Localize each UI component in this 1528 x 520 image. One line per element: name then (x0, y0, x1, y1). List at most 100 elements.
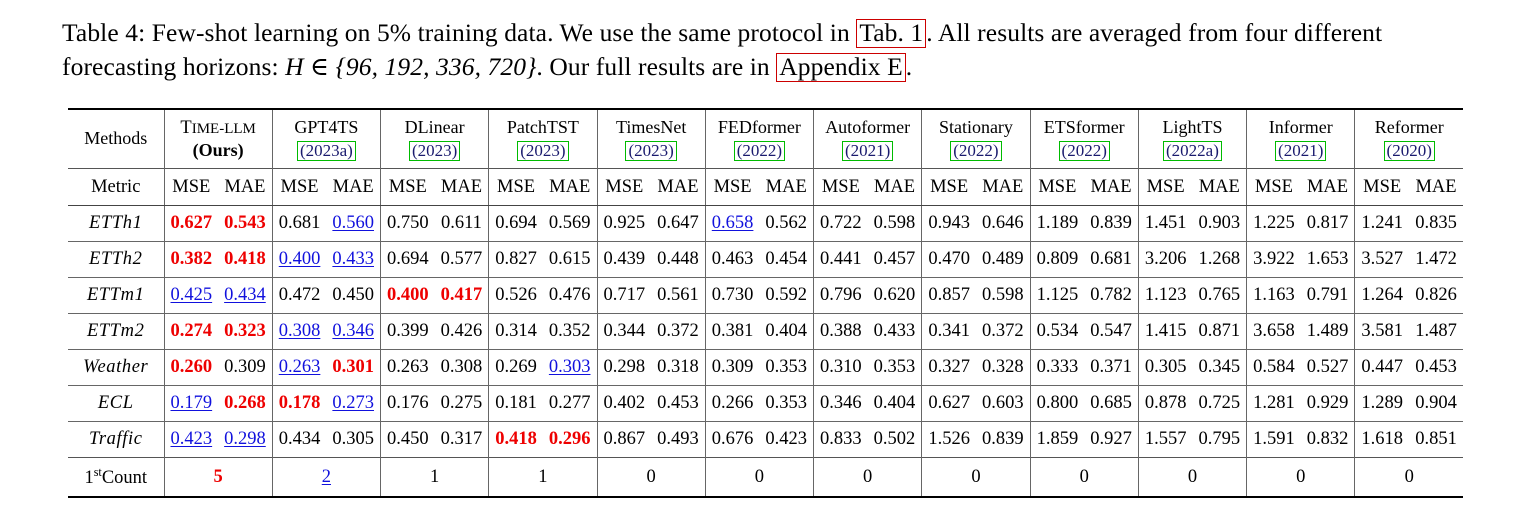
data-cell: 0.791 (1300, 277, 1355, 314)
value: 0.371 (1090, 357, 1132, 377)
header-metric-mae: MAE (1408, 168, 1464, 206)
value: 0.694 (495, 213, 537, 233)
value: 1.268 (1198, 249, 1241, 269)
data-cell: 0.903 (1192, 205, 1247, 242)
data-cell: 0.454 (759, 241, 814, 278)
citation-link-appendix-e[interactable]: Appendix E (776, 53, 906, 83)
data-cell: 0.547 (1084, 313, 1139, 350)
data-cell: 0.441 (813, 241, 868, 278)
data-cell: 0.181 (488, 385, 543, 422)
value: 0.569 (548, 213, 591, 233)
data-cell: 0.314 (488, 313, 543, 350)
header-method-fedformer: FEDformer (2022) (704, 108, 814, 169)
data-cell: 0.439 (596, 241, 652, 278)
value-second-best: 0.263 (278, 357, 321, 377)
data-cell: 0.782 (1084, 277, 1139, 314)
value: 0.450 (387, 429, 429, 449)
caption-text-part-4: . Our full results are in (536, 52, 777, 82)
table-caption: Table 4: Few-shot learning on 5% trainin… (62, 16, 1466, 84)
value: 0.833 (820, 429, 862, 449)
value: 0.526 (495, 285, 537, 305)
data-cell: 0.404 (867, 385, 922, 422)
value-second-best: 0.433 (332, 249, 374, 269)
value: 0.381 (711, 321, 754, 341)
data-cell: 0.543 (218, 205, 273, 242)
count-cell: 0 (596, 457, 706, 498)
value: 1.415 (1144, 321, 1187, 341)
data-cell: 0.833 (813, 421, 868, 458)
data-cell: 0.835 (1408, 205, 1464, 242)
data-cell: 0.598 (867, 205, 922, 242)
method-name: FEDformer (717, 116, 801, 137)
data-cell: 0.717 (596, 277, 652, 314)
citation-year-link[interactable]: (2023a) (296, 141, 356, 161)
data-cell: 0.857 (921, 277, 976, 314)
value: 1.472 (1415, 249, 1457, 269)
citation-year-link[interactable]: (2022a) (1163, 141, 1222, 161)
citation-year-link[interactable]: (2022) (950, 141, 1002, 161)
header-metric-mae: MAE (326, 168, 381, 206)
citation-year-link[interactable]: (2020) (1383, 141, 1435, 161)
count-cell: 0 (1137, 457, 1247, 498)
method-name: Informer (1268, 116, 1333, 137)
value: 0.344 (603, 321, 646, 341)
row-label-weather: Weather (68, 349, 164, 386)
value: 0.584 (1253, 357, 1295, 377)
citation-year-link[interactable]: (2023) (408, 141, 461, 161)
data-cell: 0.681 (1084, 241, 1139, 278)
value: 0.327 (928, 357, 970, 377)
data-cell: 0.399 (380, 313, 435, 350)
value: 0.305 (1144, 357, 1187, 377)
data-cell: 0.448 (651, 241, 706, 278)
count-label-ordinal: st (93, 464, 102, 479)
data-cell: 0.929 (1300, 385, 1355, 422)
data-cell: 0.263 (380, 349, 435, 386)
citation-year-link[interactable]: (2021) (842, 141, 894, 161)
header-metric-mse: MSE (813, 168, 868, 206)
citation-year-link[interactable]: (2023) (625, 141, 677, 161)
count-cell: 0 (704, 457, 814, 498)
data-cell: 0.871 (1192, 313, 1247, 350)
value: 0.181 (495, 393, 537, 413)
value: 0.527 (1306, 357, 1349, 377)
header-metric-mse: MSE (596, 168, 652, 206)
value: 0.308 (440, 357, 483, 377)
value: 1.618 (1361, 429, 1403, 449)
value: 0.646 (981, 213, 1024, 233)
citation-year-link[interactable]: (2021) (1275, 141, 1327, 161)
value: 0.615 (548, 249, 591, 269)
data-cell: 0.323 (218, 313, 273, 350)
value: 0.796 (820, 285, 862, 305)
value: 0.434 (278, 429, 321, 449)
value: 3.658 (1253, 321, 1295, 341)
value: 0.795 (1198, 429, 1241, 449)
count-cell: 2 (271, 457, 381, 498)
header-method-informer: Informer (2021) (1246, 108, 1355, 169)
value: 0.857 (928, 285, 970, 305)
data-cell: 0.694 (488, 205, 543, 242)
count-value: 0 (1187, 466, 1198, 487)
value: 1.489 (1306, 321, 1349, 341)
value: 0.433 (873, 321, 916, 341)
value: 0.457 (873, 249, 916, 269)
data-cell: 0.925 (596, 205, 652, 242)
data-cell: 1.557 (1137, 421, 1193, 458)
value: 1.225 (1253, 213, 1295, 233)
count-value: 1 (538, 466, 548, 487)
value: 0.827 (495, 249, 537, 269)
value: 1.653 (1306, 249, 1349, 269)
value: 0.694 (387, 249, 429, 269)
data-cell: 1.487 (1408, 313, 1464, 350)
value: 1.557 (1144, 429, 1187, 449)
citation-link-tab1[interactable]: Tab. 1 (856, 19, 927, 48)
value: 0.263 (387, 357, 429, 377)
value: 0.561 (657, 285, 699, 305)
citation-year-link[interactable]: (2022) (733, 141, 786, 161)
method-name: TIME-LLM (180, 117, 256, 138)
citation-year-link[interactable]: (2023) (517, 141, 569, 161)
value: 0.402 (603, 393, 646, 413)
header-metric-mae: MAE (759, 168, 814, 206)
value: 0.372 (657, 321, 699, 341)
data-cell: 0.352 (542, 313, 598, 350)
citation-year-link[interactable]: (2022) (1058, 141, 1110, 161)
